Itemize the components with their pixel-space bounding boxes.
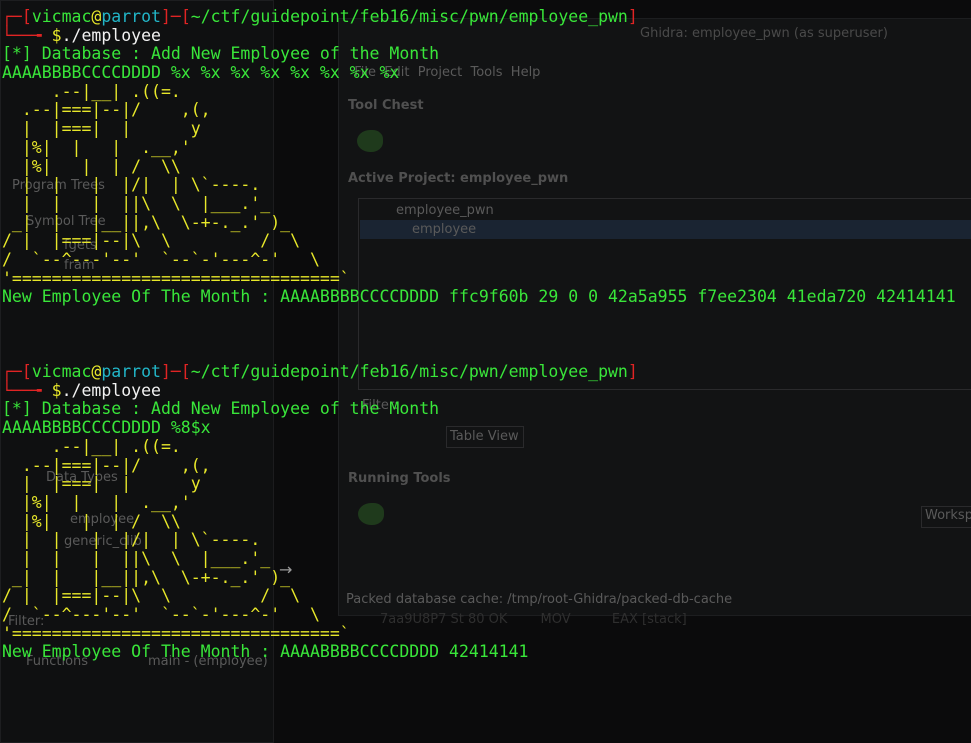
input-line: AAAABBBBCCCCDDDD %x %x %x %x %x %x %x %x: [2, 63, 400, 83]
prompt-user: vicmac: [31, 362, 92, 382]
prompt-symbol: $: [51, 380, 62, 400]
prompt-host: parrot: [101, 7, 161, 26]
ascii-art-line: | |===| | y: [2, 119, 201, 139]
ascii-art-line: | | | |/| | \`----.: [2, 530, 261, 550]
ascii-art-line: '=================================`: [2, 268, 350, 288]
prompt-path: ~/ctf/guidepoint/feb16/misc/pwn/employee…: [190, 362, 628, 382]
command-line: └──╼ $./employee: [2, 25, 161, 45]
ascii-art-line: / | |===|--|\ \ / \: [2, 231, 301, 251]
command-text: ./employee: [61, 25, 161, 45]
result-line: New Employee Of The Month : AAAABBBBCCCC…: [2, 642, 529, 662]
ascii-art-line: .--|===|--|/ ,(,: [2, 100, 211, 120]
ascii-art-line: | | | ||\ \ |___.'_: [2, 548, 271, 568]
ascii-art-line: |%| | | / \\: [2, 511, 181, 531]
ascii-art-line: '=================================`: [2, 623, 350, 643]
ascii-art-line: |%| | | .__,': [2, 492, 191, 512]
ascii-art-line: _| | |__||,\ \-+-._.' )_: [2, 567, 291, 587]
ascii-art-line: | | | ||\ \ |___.'_: [2, 193, 271, 213]
prompt-host: parrot: [101, 362, 161, 382]
ascii-art-line: / `--^---'--' `--`-'---^-' \: [2, 249, 320, 269]
terminal-output[interactable]: ┌─[vicmac@parrot]─[~/ctf/guidepoint/feb1…: [2, 7, 971, 662]
ascii-art-line: .--|__| .((=.: [2, 81, 181, 101]
prompt-user: vicmac: [31, 7, 92, 26]
ascii-art-line: / `--^---'--' `--`-'---^-' \: [2, 605, 320, 624]
info-line: [*] Database : Add New Employee of the M…: [2, 44, 440, 64]
command-text: ./employee: [61, 380, 161, 400]
input-line: AAAABBBBCCCCDDDD %8$x: [2, 418, 211, 438]
ascii-art-line: |%| | | .__,': [2, 137, 191, 157]
ascii-art-line: .--|===|--|/ ,(,: [2, 455, 211, 475]
prompt-line: ┌─[vicmac@parrot]─[~/ctf/guidepoint/feb1…: [2, 362, 638, 382]
ascii-art-line: | | | |/| | \`----.: [2, 175, 261, 195]
result-line: New Employee Of The Month : AAAABBBBCCCC…: [2, 287, 956, 307]
prompt-at: @: [91, 362, 102, 382]
ascii-art-line: _| | |__||,\ \-+-._.' )_: [2, 212, 291, 232]
prompt-at: @: [91, 7, 102, 26]
info-line: [*] Database : Add New Employee of the M…: [2, 399, 440, 419]
command-line: └──╼ $./employee: [2, 380, 161, 400]
ascii-art-line: / | |===|--|\ \ / \: [2, 586, 301, 606]
prompt-path: ~/ctf/guidepoint/feb16/misc/pwn/employee…: [190, 7, 628, 26]
ascii-art-line: |%| | | / \\: [2, 156, 181, 176]
prompt-line: ┌─[vicmac@parrot]─[~/ctf/guidepoint/feb1…: [2, 7, 638, 26]
prompt-symbol: $: [51, 25, 62, 45]
ascii-art-line: | |===| | y: [2, 474, 201, 494]
ascii-art-line: .--|__| .((=.: [2, 436, 181, 456]
